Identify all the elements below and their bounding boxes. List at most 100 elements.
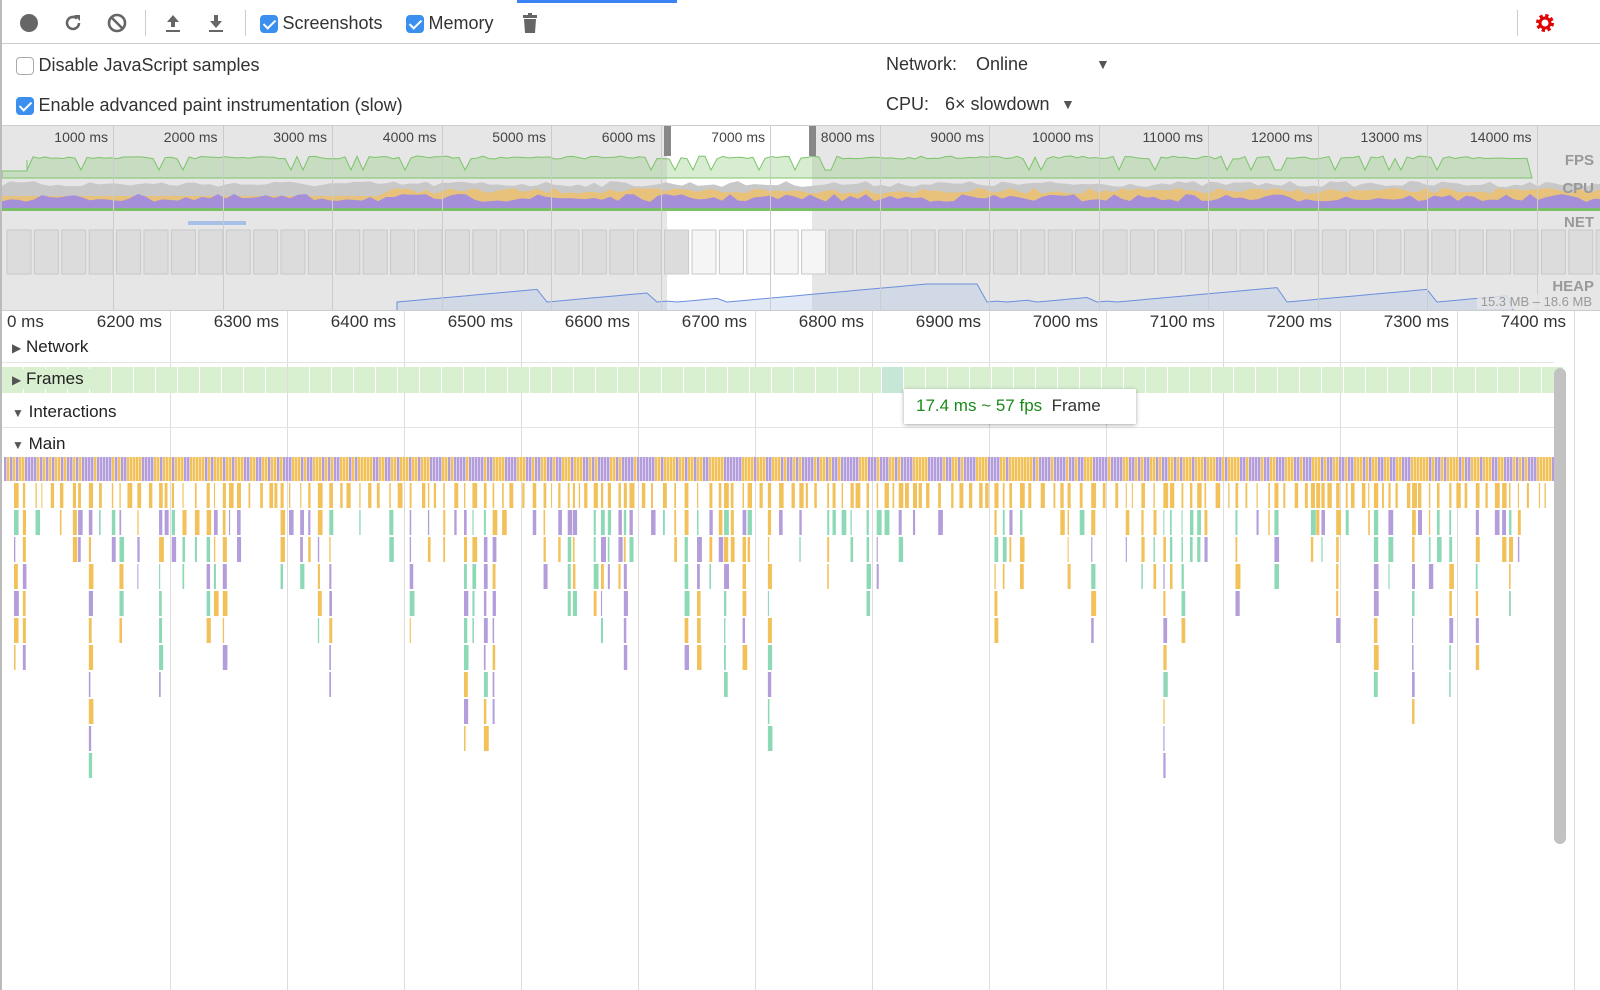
frame-block[interactable] <box>1410 367 1431 393</box>
flame-event <box>41 483 43 508</box>
frame-block[interactable] <box>1190 367 1211 393</box>
frames-section-toggle[interactable]: ▶ Frames <box>12 369 90 389</box>
flame-event <box>876 483 879 508</box>
advanced-paint-checkbox[interactable]: Enable advanced paint instrumentation (s… <box>16 95 403 116</box>
frame-block[interactable] <box>200 367 221 393</box>
record-icon[interactable] <box>18 12 40 34</box>
frame-block[interactable] <box>618 367 639 393</box>
frame-block[interactable] <box>420 367 441 393</box>
frame-block[interactable] <box>464 367 485 393</box>
frame-block[interactable] <box>552 367 573 393</box>
frame-block[interactable] <box>376 367 397 393</box>
selection-right-handle[interactable] <box>809 126 816 156</box>
frame-block[interactable] <box>1300 367 1321 393</box>
flame-event <box>742 645 748 670</box>
main-flame-chart[interactable] <box>2 457 1554 887</box>
frame-block[interactable] <box>1388 367 1409 393</box>
frame-block[interactable] <box>662 367 683 393</box>
frame-block[interactable] <box>156 367 177 393</box>
frame-block[interactable] <box>288 367 309 393</box>
timeline-overview[interactable]: 1000 ms 2000 ms 3000 ms 4000 ms 5000 ms 6000 … <box>2 125 1600 311</box>
frame-block[interactable] <box>530 367 551 393</box>
settings-gear-icon[interactable] <box>1534 12 1556 34</box>
toolbar-divider <box>245 10 246 36</box>
frame-block[interactable] <box>1322 367 1343 393</box>
flame-event <box>1494 483 1500 508</box>
frame-block[interactable] <box>1454 367 1475 393</box>
disable-js-samples-checkbox[interactable]: Disable JavaScript samples <box>16 55 260 76</box>
task-bar <box>1492 457 1495 481</box>
flame-event <box>1336 483 1340 508</box>
frame-block[interactable] <box>706 367 727 393</box>
frame-block[interactable] <box>794 367 815 393</box>
frame-block[interactable] <box>574 367 595 393</box>
memory-checkbox[interactable]: Memory <box>406 13 493 34</box>
screenshot-thumbnail <box>280 229 306 275</box>
frame-block[interactable] <box>1146 367 1167 393</box>
frame-block[interactable] <box>684 367 705 393</box>
clear-icon[interactable] <box>106 12 128 34</box>
main-section-toggle[interactable]: ▼ Main <box>12 434 65 454</box>
frame-block[interactable] <box>244 367 265 393</box>
frame-block[interactable] <box>332 367 353 393</box>
frame-block[interactable] <box>1234 367 1255 393</box>
network-section-toggle[interactable]: ▶ Network <box>12 337 88 357</box>
frame-block[interactable] <box>310 367 331 393</box>
flame-event <box>182 510 187 535</box>
flame-event <box>994 510 997 535</box>
frame-block[interactable] <box>640 367 661 393</box>
frame-block[interactable] <box>1344 367 1365 393</box>
flame-event <box>1494 510 1500 535</box>
frame-block[interactable] <box>1278 367 1299 393</box>
interactions-section-toggle[interactable]: ▼ Interactions <box>12 402 117 422</box>
task-bar <box>889 457 892 481</box>
task-bar <box>298 457 301 481</box>
screenshots-checkbox[interactable]: Screenshots <box>260 13 383 34</box>
frame-block[interactable] <box>772 367 793 393</box>
frame-block[interactable] <box>1476 367 1497 393</box>
frame-block[interactable] <box>1168 367 1189 393</box>
frame-block[interactable] <box>354 367 375 393</box>
screenshot-thumbnail <box>362 229 388 275</box>
vertical-scrollbar[interactable] <box>1554 368 1566 844</box>
frame-block[interactable] <box>728 367 749 393</box>
frame-block[interactable] <box>1498 367 1519 393</box>
frame-block[interactable] <box>1212 367 1233 393</box>
flame-event <box>1163 510 1165 535</box>
flame-event <box>855 483 861 508</box>
active-tab-indicator <box>517 0 677 3</box>
frame-block[interactable] <box>112 367 133 393</box>
frame-block[interactable] <box>1520 367 1541 393</box>
selection-left-handle[interactable] <box>664 126 671 156</box>
frame-block[interactable] <box>750 367 771 393</box>
frame-block[interactable] <box>860 367 881 393</box>
flame-event <box>618 510 622 535</box>
task-bar <box>1483 457 1486 481</box>
frame-block[interactable] <box>442 367 463 393</box>
frame-block[interactable] <box>134 367 155 393</box>
reload-icon[interactable] <box>62 12 84 34</box>
flame-event <box>280 483 284 508</box>
frames-track[interactable] <box>2 367 1563 393</box>
frame-block[interactable] <box>486 367 507 393</box>
frame-block[interactable] <box>1256 367 1277 393</box>
flame-event <box>674 483 677 508</box>
frame-block[interactable] <box>508 367 529 393</box>
network-select[interactable]: Online ▼ <box>976 54 1116 75</box>
frame-block[interactable] <box>90 367 111 393</box>
frame-block[interactable] <box>882 367 903 393</box>
flame-event <box>827 510 830 535</box>
frame-block[interactable] <box>178 367 199 393</box>
frame-block[interactable] <box>838 367 859 393</box>
frame-block[interactable] <box>596 367 617 393</box>
download-icon[interactable] <box>205 12 227 34</box>
frame-block[interactable] <box>266 367 287 393</box>
frame-block[interactable] <box>222 367 243 393</box>
cpu-throttle-select[interactable]: 6× slowdown ▼ <box>945 94 1085 115</box>
trash-icon[interactable] <box>519 12 541 34</box>
frame-block[interactable] <box>1366 367 1387 393</box>
upload-icon[interactable] <box>162 12 184 34</box>
frame-block[interactable] <box>816 367 837 393</box>
frame-block[interactable] <box>1432 367 1453 393</box>
frame-block[interactable] <box>398 367 419 393</box>
